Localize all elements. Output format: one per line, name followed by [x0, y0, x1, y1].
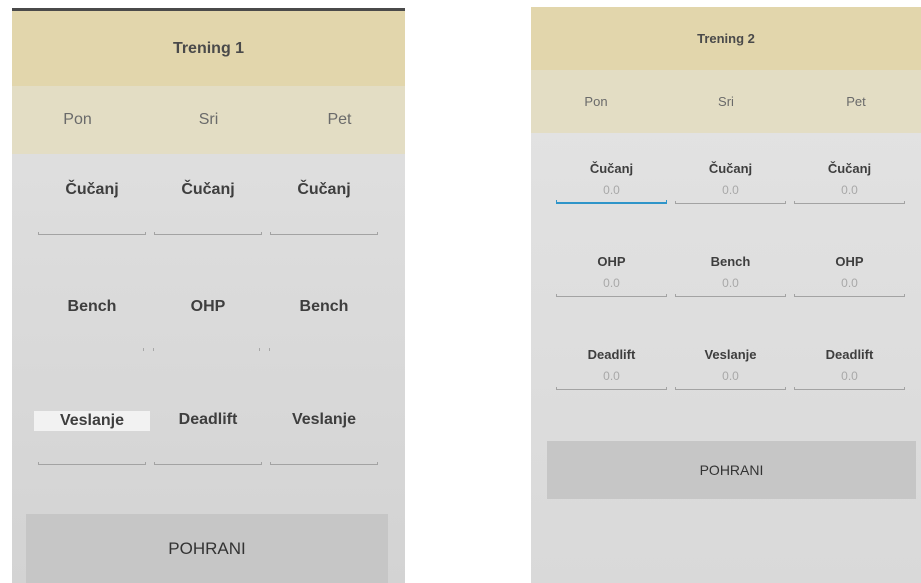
exercise-label: Čučanj: [708, 161, 753, 176]
exercise-input-r2-c1[interactable]: Bench: [38, 293, 146, 355]
input-underline: [270, 232, 378, 235]
day-label-pet: Pet: [327, 111, 352, 128]
exercise-label: Bench: [710, 254, 751, 269]
exercise-label: Deadlift: [587, 347, 636, 362]
exercise-input-r1-c1[interactable]: Čučanj 0.0: [556, 161, 667, 207]
weight-value: 0.0: [841, 369, 858, 383]
input-underline: [556, 294, 667, 297]
exercise-input-r1-c2[interactable]: Čučanj: [154, 176, 262, 238]
input-underline: [794, 294, 905, 297]
input-edge-mark: [259, 348, 260, 351]
input-underline: [794, 201, 905, 204]
day-label-pet: Pet: [846, 94, 866, 109]
exercise-label: Veslanje: [34, 411, 150, 431]
input-underline: [38, 462, 146, 465]
input-underline-focused: [556, 200, 667, 204]
screen-title: Trening 2: [697, 31, 755, 46]
day-label-pon: Pon: [584, 94, 608, 109]
save-button-label: POHRANI: [699, 462, 764, 478]
exercise-label: Čučanj: [589, 161, 634, 176]
exercise-input-r3-c1[interactable]: Deadlift 0.0: [556, 347, 667, 393]
exercise-input-r1-c1[interactable]: Čučanj: [38, 176, 146, 238]
save-button-label: POHRANI: [168, 538, 246, 558]
exercise-input-r3-c1[interactable]: Veslanje: [34, 406, 150, 468]
input-underline: [38, 232, 146, 235]
exercise-label: OHP: [835, 254, 864, 269]
days-header: Pon Sri Pet: [12, 86, 405, 154]
input-underline: [556, 387, 667, 390]
exercise-input-r1-c2[interactable]: Čučanj 0.0: [675, 161, 786, 207]
day-label-pon: Pon: [63, 111, 92, 128]
exercise-label: OHP: [190, 298, 226, 315]
exercise-input-r2-c3[interactable]: Bench: [270, 293, 378, 355]
input-underline: [675, 387, 786, 390]
weight-value: 0.0: [841, 276, 858, 290]
exercise-input-r2-c2[interactable]: OHP: [154, 293, 262, 355]
exercise-label: Veslanje: [291, 411, 357, 428]
day-label-sri: Sri: [718, 94, 734, 109]
weight-value: 0.0: [603, 183, 620, 197]
exercise-input-r2-c3[interactable]: OHP 0.0: [794, 254, 905, 300]
input-edge-mark: [143, 348, 144, 351]
input-edge-mark: [269, 348, 270, 351]
trening-1-screen: Trening 1 Pon Sri Pet Čučanj Čučanj Čuča…: [12, 8, 405, 583]
input-underline: [154, 462, 262, 465]
exercise-label: Čučanj: [297, 181, 351, 198]
weight-value: 0.0: [722, 276, 739, 290]
weight-value: 0.0: [603, 276, 620, 290]
exercise-input-r3-c3[interactable]: Veslanje: [270, 406, 378, 468]
screen-title-bar: Trening 1: [12, 11, 405, 86]
save-button[interactable]: POHRANI: [547, 441, 916, 499]
exercise-input-r3-c3[interactable]: Deadlift 0.0: [794, 347, 905, 393]
weight-value: 0.0: [603, 369, 620, 383]
input-underline: [675, 201, 786, 204]
exercise-label: Deadlift: [178, 411, 238, 428]
exercise-label: Čučanj: [65, 181, 119, 198]
weight-value: 0.0: [841, 183, 858, 197]
exercise-label: Bench: [67, 298, 117, 315]
trening-2-screen: Trening 2 Pon Sri Pet Čučanj 0.0 Čučanj …: [531, 7, 921, 583]
input-underline: [154, 232, 262, 235]
exercise-input-r2-c2[interactable]: Bench 0.0: [675, 254, 786, 300]
exercise-input-r2-c1[interactable]: OHP 0.0: [556, 254, 667, 300]
exercise-label: Veslanje: [704, 347, 757, 362]
save-button[interactable]: POHRANI: [26, 514, 388, 583]
exercise-input-r3-c2[interactable]: Deadlift: [154, 406, 262, 468]
screen-title-bar: Trening 2: [531, 7, 921, 70]
exercise-input-r3-c2[interactable]: Veslanje 0.0: [675, 347, 786, 393]
input-edge-mark: [153, 348, 154, 351]
exercise-label: Čučanj: [827, 161, 872, 176]
exercise-label: Čučanj: [181, 181, 235, 198]
input-underline: [794, 387, 905, 390]
exercise-label: Bench: [299, 298, 349, 315]
weight-value: 0.0: [722, 183, 739, 197]
day-label-sri: Sri: [198, 111, 219, 128]
input-underline: [675, 294, 786, 297]
screen-title: Trening 1: [172, 39, 245, 57]
exercise-input-r1-c3[interactable]: Čučanj: [270, 176, 378, 238]
exercise-input-r1-c3[interactable]: Čučanj 0.0: [794, 161, 905, 207]
days-header: Pon Sri Pet: [531, 70, 921, 133]
weight-value: 0.0: [722, 369, 739, 383]
input-underline: [270, 462, 378, 465]
exercise-label: OHP: [597, 254, 626, 269]
exercise-label: Deadlift: [825, 347, 874, 362]
